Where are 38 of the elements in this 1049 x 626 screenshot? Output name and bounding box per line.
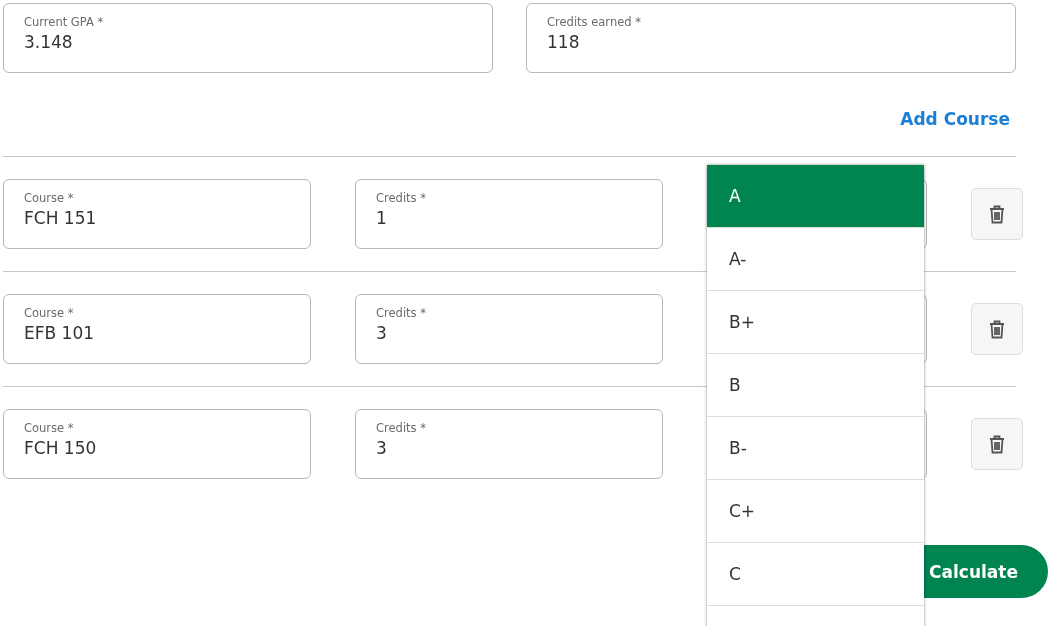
grade-option[interactable]: C [707,543,924,606]
add-course-link[interactable]: Add Course [900,109,1010,131]
grade-option[interactable]: B [707,354,924,417]
credits-field[interactable]: Credits * 3 [355,409,663,479]
gpa-field[interactable]: Current GPA * 3.148 [3,3,493,73]
course-field[interactable]: Course * FCH 150 [3,409,311,479]
credits-field[interactable]: Credits * 1 [355,179,663,249]
field-label: Course * [24,190,75,206]
field-label: Course * [24,420,75,436]
course-field[interactable]: Course * FCH 151 [3,179,311,249]
field-label: Credits earned * [547,14,642,30]
credits-earned-field[interactable]: Credits earned * 118 [526,3,1016,73]
trash-icon [989,319,1005,339]
input-field[interactable]: 3.148 [24,32,472,52]
trash-icon [989,434,1005,454]
delete-button[interactable] [971,188,1023,240]
credits-field[interactable]: Credits * 3 [355,294,663,364]
input-field[interactable]: 1 [376,208,642,228]
field-label: Credits * [376,190,427,206]
delete-button[interactable] [971,418,1023,470]
field-label: Course * [24,305,75,321]
grade-option[interactable]: B- [707,417,924,480]
delete-button[interactable] [971,303,1023,355]
grade-option[interactable]: C+ [707,480,924,543]
field-label: Current GPA * [24,14,105,30]
input-field[interactable]: 3 [376,323,642,343]
input-field[interactable]: 118 [547,32,995,52]
course-field[interactable]: Course * EFB 101 [3,294,311,364]
input-field[interactable]: FCH 151 [24,208,290,228]
field-label: Credits * [376,305,427,321]
input-field[interactable]: FCH 150 [24,438,290,458]
input-field[interactable]: EFB 101 [24,323,290,343]
field-label: Credits * [376,420,427,436]
grade-option[interactable]: B+ [707,291,924,354]
grade-option[interactable]: A [707,165,924,228]
trash-icon [989,204,1005,224]
grade-option[interactable]: A- [707,228,924,291]
input-field[interactable]: 3 [376,438,642,458]
